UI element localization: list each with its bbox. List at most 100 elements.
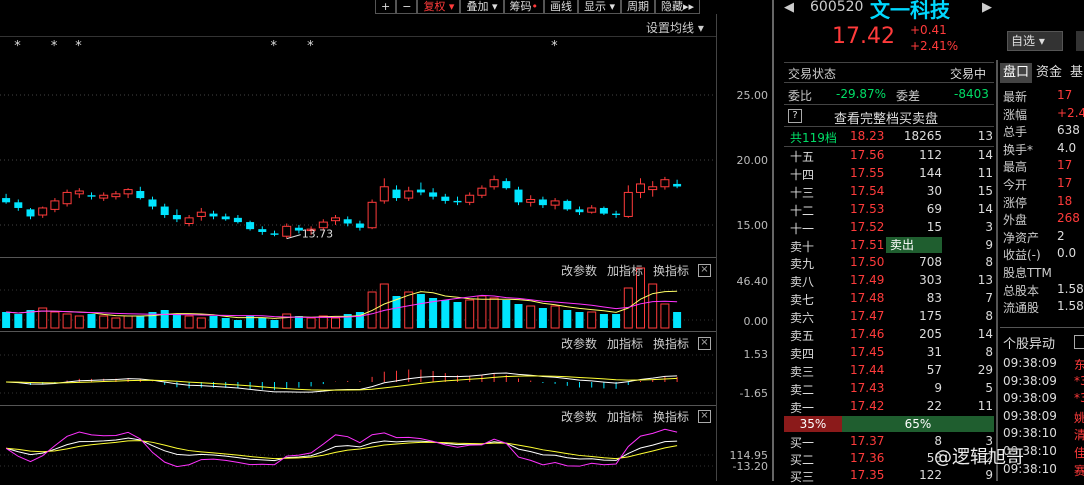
quote-panel: ◀ 600520 文一科技 ▶ 17.42 +0.41 +2.41% 自选 ▾ … [772,0,1084,484]
stat-label: 最高 [1003,160,1028,175]
candle-body [246,222,255,230]
volume-bar [612,314,621,328]
sell-row[interactable]: 卖五 17.46 205 14 [788,327,993,343]
close-icon[interactable]: × [698,337,711,350]
sell-row[interactable]: 卖四 17.45 31 8 [788,345,993,361]
sell-row[interactable]: 十二 17.53 69 14 [788,202,993,218]
sell-price: 17.52 [850,219,885,234]
macd-y-bottom: -1.65 [739,387,768,400]
news-toggle[interactable] [1074,335,1084,349]
volume-change-params[interactable]: 改参数 [561,262,597,279]
buy-row[interactable]: 买三 17.35 122 9 [788,468,993,484]
sell-cnt: 14 [977,327,993,341]
sell-row[interactable]: 卖三 17.44 57 29 [788,363,993,379]
sell-cnt: 8 [985,255,993,270]
vol-y-bottom: 0.00 [743,315,769,328]
stat-item: 总股本 1.584 [1003,282,1084,299]
volume-switch-indicator[interactable]: 换指标 [653,262,689,279]
candle-body [99,194,109,199]
help-icon[interactable]: ? [788,109,802,123]
candle-body [38,207,48,216]
candle-body [429,192,438,197]
stat-value: 638 [1057,123,1080,138]
full-book-link[interactable]: 查看完整档买卖盘 [834,108,938,127]
sell-row[interactable]: 十三 17.54 30 15 [788,184,993,200]
candle-body [550,200,560,206]
volume-add-indicator[interactable]: 加指标 [607,262,643,279]
kdj-change-params[interactable]: 改参数 [561,408,597,425]
sell-price: 17.50 [850,255,885,270]
volume-bar [184,315,194,329]
news-time: 09:38:09 [1003,408,1057,423]
kdj-y-bottom: -13.20 [732,460,768,473]
sell-lvl: 卖二 [790,382,815,397]
candle-body [123,189,133,195]
macd-change-params[interactable]: 改参数 [561,335,597,352]
news-stock: 清 [1074,428,1084,443]
candle-body [111,193,121,198]
stat-label: 今开 [1003,178,1028,192]
kdj-add-indicator[interactable]: 加指标 [607,408,643,425]
chart-area[interactable]: + − 复权 ▾ 叠加 ▾ 筹码• 画线 显示 ▾ 周期 隐藏▸▸ 设置均线 ▾… [0,0,772,481]
volume-bar [563,310,572,328]
divider [1000,327,1084,328]
candle-body [489,179,499,188]
price-change-pct: +2.41% [910,39,959,53]
candle-body [184,217,194,225]
sell-row[interactable]: 卖九 17.50 708 8 [788,255,993,271]
sell-cnt: 29 [977,362,993,377]
sell-vol: 15 [926,219,942,234]
weicha-label: 委差 [896,89,921,103]
prev-stock-icon[interactable]: ◀ [784,0,794,15]
sell-row[interactable]: 卖六 17.47 175 8 [788,309,993,325]
macd-switch-indicator[interactable]: 换指标 [653,335,689,352]
candle-body [404,190,414,199]
volume-bar [587,311,597,329]
tab-pankou[interactable]: 盘口 [1000,63,1032,83]
close-icon[interactable]: × [698,410,711,423]
stat-label: 外盘 [1003,213,1028,228]
sell-row[interactable]: 卖七 17.48 83 7 [788,291,993,307]
candle-body [477,187,487,196]
sell-price: 17.56 [850,148,885,162]
stat-value: 0.0 [1057,246,1077,261]
candle-body [514,189,523,203]
news-item[interactable]: 09:38:10 清 [1003,426,1084,443]
sell-row[interactable]: 卖八 17.49 303 13 [788,273,993,289]
sell-row[interactable]: 十五 17.56 112 14 [788,148,993,164]
sell-cnt: 3 [985,219,993,234]
stat-value: 17 [1057,88,1073,102]
kdj-switch-indicator[interactable]: 换指标 [653,408,689,425]
sell-row[interactable]: 卖一 17.42 22 11 [788,399,993,415]
stat-value: 268 [1057,211,1080,226]
news-time: 09:38:10 [1003,426,1057,441]
divider [784,104,994,105]
self-select-button[interactable]: 自选 ▾ [1007,31,1063,51]
tab-basics[interactable]: 基 [1070,63,1083,83]
volume-bar [648,283,658,329]
candle-body [538,199,547,206]
news-item[interactable]: 09:38:09 *3 [1003,374,1084,391]
sell-row[interactable]: 十一 17.52 15 3 [788,220,993,236]
volume-bar [123,315,133,329]
close-icon[interactable]: × [698,264,711,277]
sell-button[interactable]: 卖出 [886,237,942,253]
macd-add-indicator[interactable]: 加指标 [607,335,643,352]
candle-body [563,200,572,210]
webi-value: -29.87% [836,87,887,101]
sell-row[interactable]: 卖二 17.43 9 5 [788,381,993,397]
news-item[interactable]: 09:38:09 东 [1003,356,1084,373]
volume-bar [318,315,328,329]
extra-button[interactable] [1076,31,1084,51]
sell-price: 17.49 [850,273,885,288]
stat-label: 收益(-) [1003,248,1041,263]
next-stock-icon[interactable]: ▶ [982,0,992,15]
self-select-label: 自选 [1011,34,1036,48]
volume-bar [502,300,511,328]
volume-bar [2,312,11,328]
news-item[interactable]: 09:38:09 *3 [1003,391,1084,408]
tab-funds[interactable]: 资金 [1036,63,1062,83]
y-label-20: 20.00 [736,154,769,167]
sell-row[interactable]: 十四 17.55 144 11 [788,166,993,182]
news-item[interactable]: 09:38:09 姚 [1003,409,1084,426]
